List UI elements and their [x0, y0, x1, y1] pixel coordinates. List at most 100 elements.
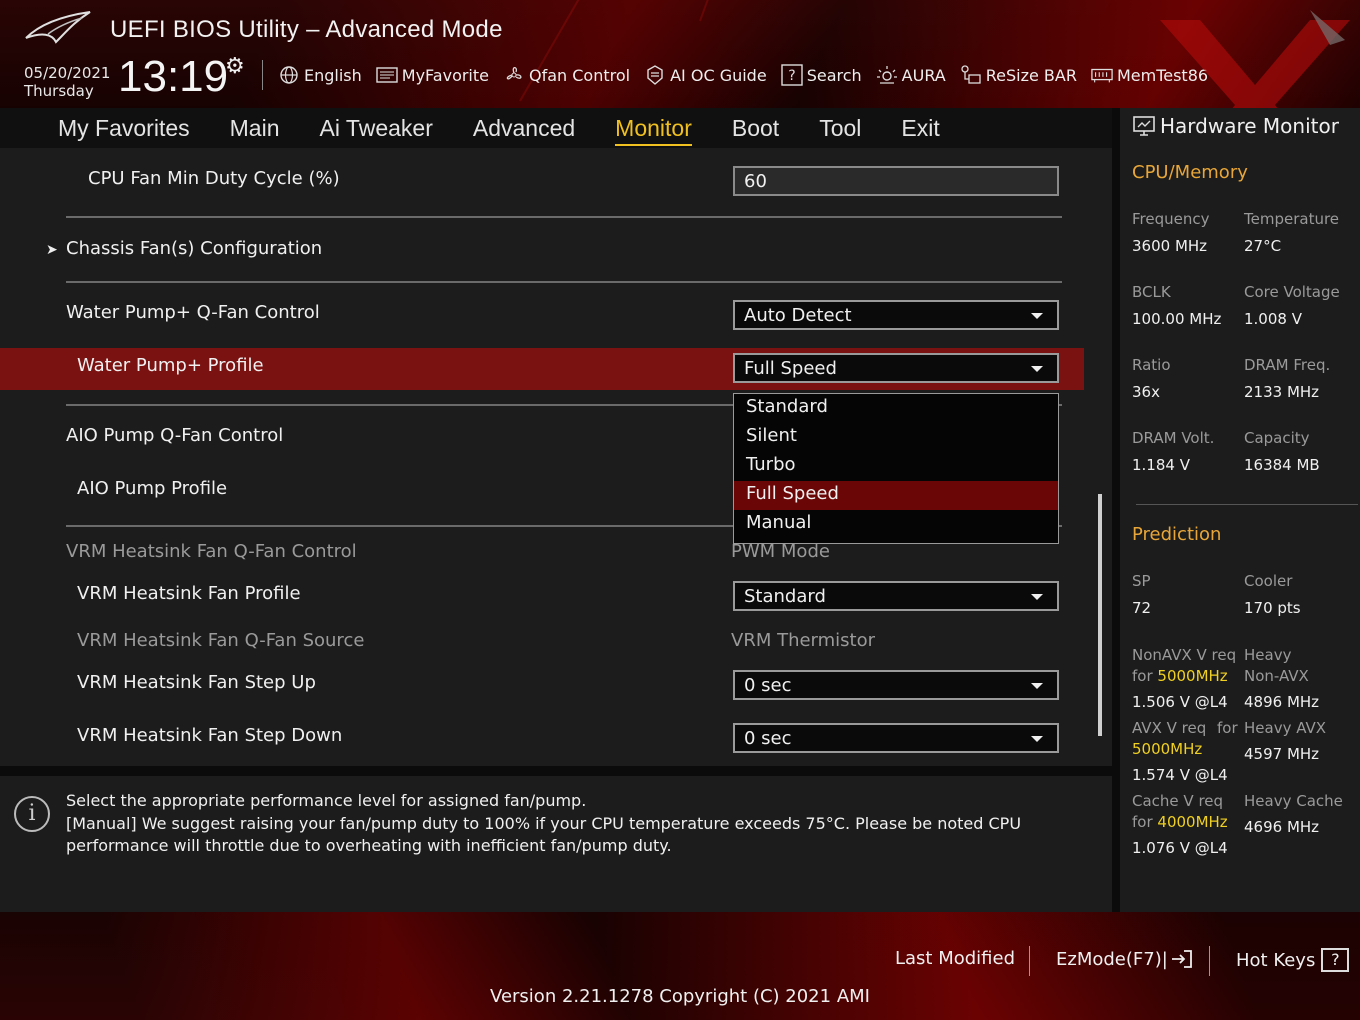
vrm-step-up-select[interactable]: 0 sec	[733, 670, 1059, 700]
hot-keys-button[interactable]: Hot Keys ?	[1236, 948, 1350, 972]
aio-pump-profile-label: AIO Pump Profile	[77, 478, 228, 499]
title-bar: UEFI BIOS Utility – Advanced Mode 05/20/…	[0, 0, 1360, 108]
capacity-label: Capacity	[1244, 429, 1310, 447]
rog-logo-icon	[25, 11, 91, 44]
version-text: Version 2.21.1278 Copyright (C) 2021 AMI	[490, 986, 870, 1007]
sp-label: SP	[1132, 572, 1151, 590]
vrm-profile-value: Standard	[744, 586, 826, 607]
vrm-step-down-label: VRM Heatsink Fan Step Down	[77, 725, 343, 746]
dropdown-option-manual[interactable]: Manual	[734, 510, 1058, 539]
myfavorite-button[interactable]: MyFavorite	[376, 64, 489, 86]
water-pump-profile-value: Full Speed	[744, 358, 837, 379]
tab-tool[interactable]: Tool	[819, 115, 861, 142]
resize-bar-button[interactable]: ReSize BAR	[960, 64, 1077, 86]
help-line-2: [Manual] We suggest raising your fan/pum…	[66, 813, 1022, 856]
water-pump-profile-label: Water Pump+ Profile	[77, 355, 264, 376]
frequency-label: Frequency	[1132, 210, 1210, 228]
tab-main[interactable]: Main	[230, 115, 280, 142]
search-icon: ?	[780, 64, 803, 86]
language-button[interactable]: English	[278, 64, 362, 86]
dropdown-option-full-speed[interactable]: Full Speed	[734, 481, 1058, 510]
tab-advanced[interactable]: Advanced	[473, 115, 575, 142]
chevron-down-icon	[1031, 683, 1043, 689]
tab-exit[interactable]: Exit	[901, 115, 939, 142]
cooler-value: 170 pts	[1244, 599, 1301, 617]
aura-button[interactable]: AURA	[876, 64, 946, 86]
dram-volt-label: DRAM Volt.	[1132, 429, 1215, 447]
ezmode-button[interactable]: EzMode(F7)|	[1056, 948, 1194, 970]
chevron-down-icon	[1031, 594, 1043, 600]
footer-divider	[1209, 946, 1210, 976]
resize-bar-icon	[960, 64, 982, 86]
memtest-icon	[1091, 64, 1113, 86]
last-modified-button[interactable]: Last Modified	[895, 948, 1015, 969]
dram-freq-label: DRAM Freq.	[1244, 356, 1331, 374]
svg-text:?: ?	[788, 68, 795, 84]
myfavorite-label: MyFavorite	[401, 65, 489, 85]
avx-label: AVX V req	[1132, 719, 1207, 737]
water-pump-control-select[interactable]: Auto Detect	[733, 300, 1059, 330]
dram-volt-value: 1.184 V	[1132, 456, 1190, 474]
footer-bar: Last Modified EzMode(F7)| Hot Keys ? Ver…	[0, 912, 1360, 1020]
capacity-value: 16384 MB	[1244, 456, 1320, 474]
fan-icon	[503, 64, 525, 86]
help-line-1: Select the appropriate performance level…	[66, 791, 587, 810]
nonavx-label: NonAVX V req	[1132, 646, 1237, 664]
avx-freq: 5000MHz	[1132, 740, 1203, 758]
qfan-control-button[interactable]: Qfan Control	[503, 64, 630, 86]
tab-boot[interactable]: Boot	[732, 115, 779, 142]
header-divider	[262, 60, 263, 90]
dropdown-option-silent[interactable]: Silent	[734, 423, 1058, 452]
setting-row-water-pump-profile[interactable]: Water Pump+ Profile Full Speed	[0, 348, 1084, 390]
heavy-nonavx-value: 4896 MHz	[1244, 693, 1320, 711]
vrm-control-label: VRM Heatsink Fan Q-Fan Control	[66, 541, 357, 562]
vrm-control-value: PWM Mode	[731, 541, 830, 562]
heavy-nonavx-label-2: Non-AVX	[1244, 667, 1309, 685]
cache-label: Cache V req	[1132, 792, 1224, 810]
ezmode-label: EzMode(F7)|	[1056, 948, 1168, 970]
vrm-step-down-select[interactable]: 0 sec	[733, 723, 1059, 753]
hardware-monitor-title-text: Hardware Monitor	[1160, 114, 1339, 138]
chevron-down-icon	[1031, 736, 1043, 742]
cpu-fan-min-duty-input[interactable]: 60	[733, 166, 1059, 196]
watermark-logo-icon	[1160, 10, 1350, 108]
qfan-control-label: Qfan Control	[529, 65, 631, 85]
setting-row-vrm-profile: VRM Heatsink Fan Profile Standard	[0, 578, 1100, 618]
last-modified-label: Last Modified	[895, 948, 1016, 969]
hot-keys-label: Hot Keys	[1236, 949, 1316, 971]
ratio-value: 36x	[1132, 383, 1160, 401]
ai-oc-guide-button[interactable]: AI OC Guide	[644, 64, 767, 86]
resize-bar-label: ReSize BAR	[985, 65, 1077, 85]
bclk-value: 100.00 MHz	[1132, 310, 1222, 328]
dropdown-option-standard[interactable]: Standard	[734, 394, 1058, 423]
ratio-label: Ratio	[1132, 356, 1171, 374]
avx-value: 1.574 V @L4	[1132, 766, 1228, 784]
sp-value: 72	[1132, 599, 1152, 617]
chevron-down-icon	[1031, 313, 1043, 319]
core-voltage-value: 1.008 V	[1244, 310, 1302, 328]
chassis-fans-submenu[interactable]: ➤ Chassis Fan(s) Configuration	[0, 230, 1100, 270]
tab-monitor[interactable]: Monitor	[615, 115, 692, 146]
heavy-cache-label: Heavy Cache	[1244, 792, 1343, 810]
vrm-step-up-label: VRM Heatsink Fan Step Up	[77, 672, 316, 693]
setting-row-vrm-step-up: VRM Heatsink Fan Step Up 0 sec	[0, 667, 1100, 707]
settings-scrollbar[interactable]	[1098, 494, 1102, 736]
help-key-icon: ?	[1321, 948, 1350, 972]
dropdown-option-turbo[interactable]: Turbo	[734, 452, 1058, 481]
tab-my-favorites[interactable]: My Favorites	[58, 115, 190, 142]
water-pump-profile-dropdown: Standard Silent Turbo Full Speed Manual	[733, 393, 1059, 544]
globe-icon	[278, 64, 300, 86]
cooler-label: Cooler	[1244, 572, 1293, 590]
cpu-fan-min-duty-label: CPU Fan Min Duty Cycle (%)	[88, 168, 340, 189]
search-button[interactable]: ? Search	[780, 64, 862, 86]
submenu-arrow-icon: ➤	[46, 242, 58, 258]
water-pump-control-label: Water Pump+ Q-Fan Control	[66, 302, 320, 323]
water-pump-control-value: Auto Detect	[744, 305, 852, 326]
clock-settings-gear-icon[interactable]: ⚙	[225, 54, 245, 79]
hw-divider	[1136, 504, 1358, 505]
tab-ai-tweaker[interactable]: Ai Tweaker	[320, 115, 433, 142]
nonavx-value: 1.506 V @L4	[1132, 693, 1228, 711]
aura-label: AURA	[901, 65, 946, 85]
water-pump-profile-select[interactable]: Full Speed	[733, 353, 1059, 383]
vrm-profile-select[interactable]: Standard	[733, 581, 1059, 611]
